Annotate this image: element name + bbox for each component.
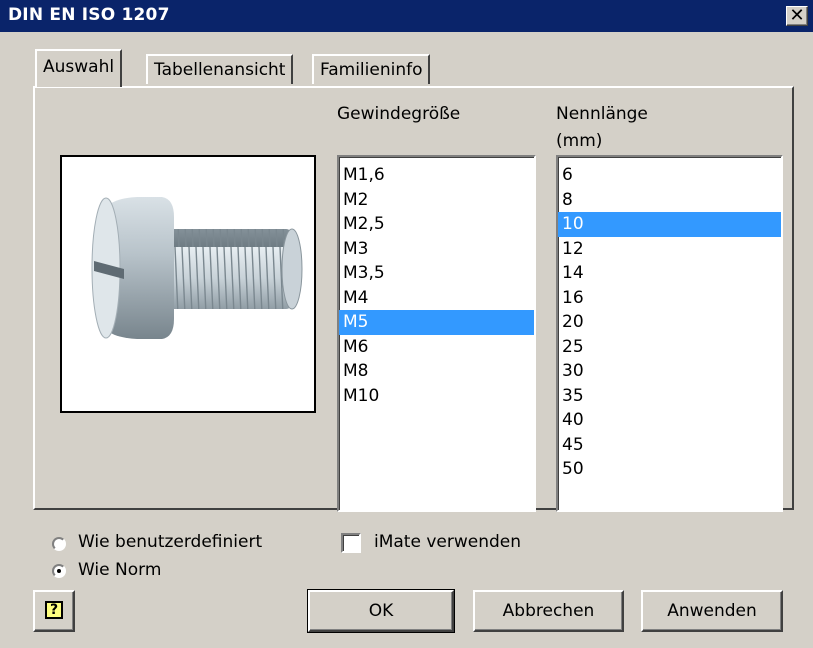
radio-dot bbox=[57, 569, 61, 573]
imate-checkbox[interactable] bbox=[341, 533, 361, 553]
tab-label: Familieninfo bbox=[320, 60, 423, 80]
tab-label: Tabellenansicht bbox=[154, 60, 286, 80]
list-item[interactable]: 8 bbox=[558, 188, 781, 213]
list-item[interactable]: 25 bbox=[558, 335, 781, 360]
close-icon: ✕ bbox=[789, 5, 805, 26]
tab-familieninfo[interactable]: Familieninfo bbox=[312, 54, 431, 84]
nominal-length-unit: (mm) bbox=[556, 131, 603, 151]
thread-size-list[interactable]: M1,6 M2 M2,5 M3 M3,5 M4 M5 M6 M8 M10 bbox=[337, 155, 536, 512]
ok-button[interactable]: OK bbox=[307, 589, 455, 633]
list-item[interactable]: 50 bbox=[558, 457, 781, 482]
radio-norm-label: Wie Norm bbox=[78, 560, 162, 580]
tab-label: Auswahl bbox=[43, 57, 115, 77]
list-item[interactable]: M1,6 bbox=[339, 163, 534, 188]
list-item[interactable]: 14 bbox=[558, 261, 781, 286]
title-bar: DIN EN ISO 1207 ✕ bbox=[0, 0, 813, 32]
list-item[interactable]: 40 bbox=[558, 408, 781, 433]
list-item[interactable]: M3,5 bbox=[339, 261, 534, 286]
screw-image bbox=[91, 197, 303, 339]
list-item[interactable]: 35 bbox=[558, 384, 781, 409]
cancel-button[interactable]: Abbrechen bbox=[473, 590, 624, 632]
list-item[interactable]: M2 bbox=[339, 188, 534, 213]
radio-custom[interactable] bbox=[52, 537, 66, 551]
nominal-length-header: Nennlänge bbox=[556, 104, 648, 124]
list-item[interactable]: M4 bbox=[339, 286, 534, 311]
help-button[interactable]: ? bbox=[33, 590, 75, 632]
apply-button[interactable]: Anwenden bbox=[641, 590, 783, 632]
part-preview bbox=[60, 155, 316, 413]
nominal-length-list[interactable]: 6 8 10 12 14 16 20 25 30 35 40 45 50 bbox=[556, 155, 783, 512]
list-item[interactable]: 10 bbox=[558, 212, 781, 237]
list-item[interactable]: M5 bbox=[339, 310, 534, 335]
list-item[interactable]: M8 bbox=[339, 359, 534, 384]
list-item[interactable]: 16 bbox=[558, 286, 781, 311]
list-item[interactable]: 6 bbox=[558, 163, 781, 188]
list-item[interactable]: M3 bbox=[339, 237, 534, 262]
list-item[interactable]: M10 bbox=[339, 384, 534, 409]
tab-auswahl[interactable]: Auswahl bbox=[35, 49, 123, 87]
list-item[interactable]: M6 bbox=[339, 335, 534, 360]
radio-norm[interactable] bbox=[52, 564, 66, 578]
thread-size-header: Gewindegröße bbox=[337, 104, 461, 124]
list-item[interactable]: 30 bbox=[558, 359, 781, 384]
window-title: DIN EN ISO 1207 bbox=[8, 5, 170, 25]
imate-label: iMate verwenden bbox=[374, 532, 522, 552]
list-item[interactable]: 45 bbox=[558, 433, 781, 458]
radio-custom-label: Wie benutzerdefiniert bbox=[78, 532, 263, 552]
list-item[interactable]: 12 bbox=[558, 237, 781, 262]
list-item[interactable]: 20 bbox=[558, 310, 781, 335]
list-item[interactable]: M2,5 bbox=[339, 212, 534, 237]
help-icon: ? bbox=[45, 601, 63, 619]
close-button[interactable]: ✕ bbox=[786, 6, 808, 26]
tab-tabellenansicht[interactable]: Tabellenansicht bbox=[146, 54, 294, 84]
